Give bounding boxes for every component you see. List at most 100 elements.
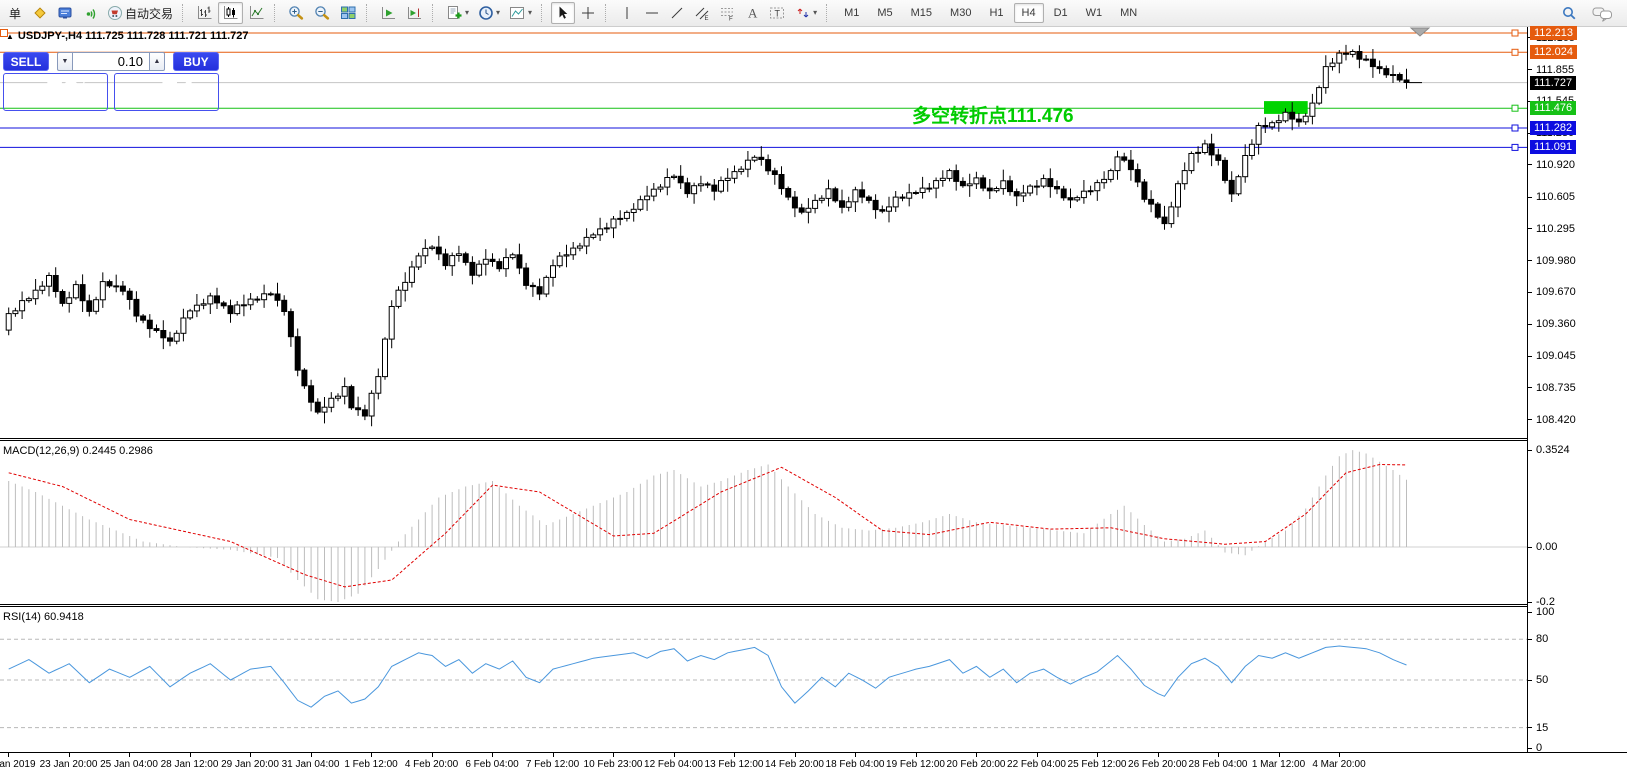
arrows-button[interactable]: ▾ xyxy=(791,2,821,24)
time-tick xyxy=(129,753,130,757)
rsi-line xyxy=(9,646,1407,707)
line-handle[interactable] xyxy=(1512,30,1518,36)
time-tick xyxy=(674,753,675,757)
clock-icon xyxy=(478,5,494,21)
chart-shift-marker-icon[interactable] xyxy=(1411,28,1429,36)
search-button[interactable] xyxy=(1557,2,1582,24)
dropdown-caret-icon: ▾ xyxy=(813,9,817,17)
macd-canvas[interactable] xyxy=(0,441,1527,604)
price-badge[interactable]: 112.024 xyxy=(1530,45,1577,59)
crosshair-button[interactable] xyxy=(576,2,600,24)
zoom-in-icon xyxy=(288,5,305,22)
zoom-in-button[interactable] xyxy=(284,2,309,24)
horizontal-line-button[interactable] xyxy=(640,2,664,24)
price-label: 109.045 xyxy=(1536,349,1576,363)
line-handle[interactable] xyxy=(1512,105,1518,111)
crosshair-icon xyxy=(580,5,596,21)
vertical-line-button[interactable] xyxy=(615,2,639,24)
toolbar: 单 自动交易 ▾ ▾ ▾ E F A T ▾ xyxy=(0,0,1627,27)
new-chart-button[interactable]: ▾ xyxy=(442,2,473,24)
line-handle[interactable] xyxy=(1512,144,1518,150)
rsi-tick xyxy=(1528,612,1532,613)
bar-chart-button[interactable] xyxy=(192,2,217,24)
time-tick xyxy=(69,753,70,757)
chart-shift-button[interactable] xyxy=(402,2,427,24)
trendline-button[interactable] xyxy=(665,2,689,24)
rsi-canvas[interactable] xyxy=(0,607,1527,752)
volume-input[interactable] xyxy=(72,52,150,71)
price-badge[interactable]: 112.213 xyxy=(1530,26,1577,40)
fibonacci-button[interactable]: F xyxy=(715,2,739,24)
price-tick xyxy=(1528,228,1532,229)
price-badge[interactable]: 111.476 xyxy=(1530,101,1576,115)
chat-icon xyxy=(1592,5,1614,22)
macd-tick xyxy=(1528,602,1532,603)
timeframe-m1[interactable]: M1 xyxy=(836,3,867,23)
time-tick xyxy=(1339,753,1340,757)
dropdown-caret-icon: ▾ xyxy=(496,9,500,17)
trendline-icon xyxy=(669,5,685,21)
time-tick xyxy=(976,753,977,757)
timeframe-d1[interactable]: D1 xyxy=(1046,3,1076,23)
timeframe-m30[interactable]: M30 xyxy=(942,3,979,23)
candlestick-chart-button[interactable] xyxy=(218,2,243,24)
autotrading-label: 自动交易 xyxy=(125,5,173,22)
buy-price-big: 74 xyxy=(161,78,193,107)
time-axis[interactable]: 22 Jan 201923 Jan 20:0025 Jan 04:0028 Ja… xyxy=(0,752,1627,774)
timeframe-h1[interactable]: H1 xyxy=(981,3,1011,23)
new-chart-icon xyxy=(446,5,463,21)
macd-label: 0.00 xyxy=(1536,540,1557,554)
signal-button[interactable] xyxy=(78,2,102,24)
svg-text:A: A xyxy=(748,6,758,21)
tile-windows-button[interactable] xyxy=(336,2,361,24)
arrows-icon xyxy=(795,5,811,21)
timeframe-h4[interactable]: H4 xyxy=(1014,3,1044,23)
autotrading-button[interactable]: 自动交易 xyxy=(103,2,177,24)
price-badge[interactable]: 111.282 xyxy=(1530,121,1576,135)
toolbar-separator xyxy=(182,4,188,22)
candlestick-chart-icon xyxy=(222,5,239,21)
volume-up-button[interactable]: ▲ xyxy=(150,52,165,71)
price-axis[interactable]: 112.165111.855111.545111.230110.920110.6… xyxy=(1527,27,1627,752)
text-label-button[interactable]: T xyxy=(765,2,790,24)
auto-scroll-button[interactable] xyxy=(376,2,401,24)
equidistant-channel-button[interactable]: E xyxy=(690,2,714,24)
price-label: 108.420 xyxy=(1536,413,1576,427)
profiles-button[interactable]: ▾ xyxy=(474,2,504,24)
chat-button[interactable] xyxy=(1588,2,1618,24)
timeframe-m15[interactable]: M15 xyxy=(903,3,940,23)
cursor-icon xyxy=(555,5,571,21)
sell-button[interactable]: SELL xyxy=(3,52,49,71)
text-button[interactable]: A xyxy=(740,2,764,24)
line-handle[interactable] xyxy=(1512,49,1518,55)
price-label: 109.360 xyxy=(1536,317,1576,331)
price-chart-canvas[interactable] xyxy=(0,27,1527,438)
sell-price-big: 72 xyxy=(46,78,78,107)
time-tick xyxy=(492,753,493,757)
buy-button[interactable]: BUY xyxy=(173,52,219,71)
new-order-button[interactable]: 单 xyxy=(3,2,27,24)
price-tick xyxy=(1528,419,1532,420)
zoom-out-button[interactable] xyxy=(310,2,335,24)
sell-price-button[interactable]: 111727 xyxy=(3,73,108,111)
macd-tick xyxy=(1528,450,1532,451)
timeframe-mn[interactable]: MN xyxy=(1112,3,1145,23)
price-label: 110.295 xyxy=(1536,222,1575,236)
timeframe-w1[interactable]: W1 xyxy=(1078,3,1111,23)
volume-down-button[interactable]: ▼ xyxy=(57,52,72,71)
buy-price-button[interactable]: 11174 xyxy=(114,73,219,111)
timeframe-m5[interactable]: M5 xyxy=(869,3,900,23)
cursor-button[interactable] xyxy=(551,2,575,24)
annotation-text[interactable]: 多空转折点111.476 xyxy=(912,101,1074,128)
time-tick xyxy=(855,753,856,757)
price-tick xyxy=(1528,292,1532,293)
line-chart-button[interactable] xyxy=(244,2,269,24)
price-badge[interactable]: 111.091 xyxy=(1530,140,1576,154)
terminal-button[interactable] xyxy=(53,2,77,24)
svg-text:T: T xyxy=(775,9,781,19)
line-handle[interactable] xyxy=(1512,125,1518,131)
price-label: 110.605 xyxy=(1536,190,1575,204)
gold-cube-button[interactable] xyxy=(28,2,52,24)
time-tick xyxy=(432,753,433,757)
templates-button[interactable]: ▾ xyxy=(505,2,536,24)
